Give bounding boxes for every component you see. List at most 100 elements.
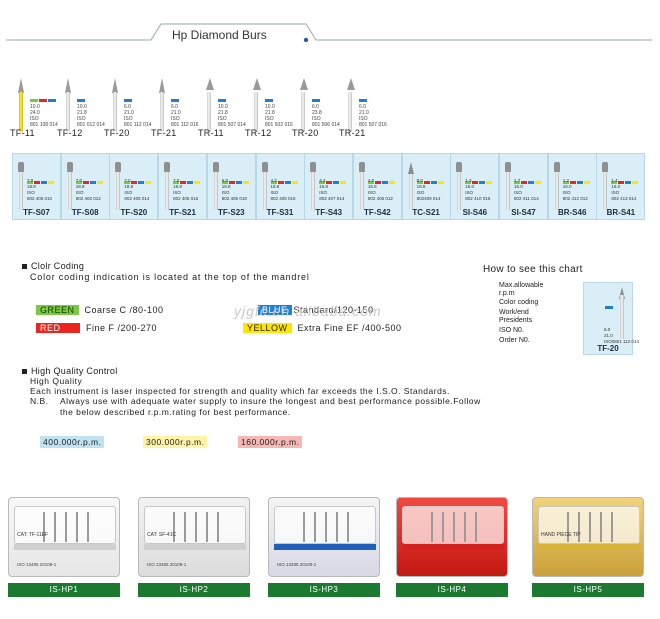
- bur-shaft: [408, 168, 413, 210]
- card-meta: 7.0 18.8 ISO 802 402 012: [76, 178, 101, 202]
- bur-shaft: [359, 168, 364, 210]
- chip-green: GREEN: [36, 305, 79, 315]
- color-chip: [124, 99, 132, 103]
- bur-pin: [611, 512, 613, 542]
- color-chip: [30, 99, 38, 103]
- card-code: TF-S43: [315, 208, 343, 217]
- color-chips: [514, 171, 542, 184]
- bur-pin: [184, 512, 186, 542]
- product-box: IS-HP4: [396, 494, 508, 616]
- bur-head-icon: [66, 162, 73, 172]
- bur-pin: [431, 512, 433, 542]
- card-meta-line: 802 412 012: [562, 196, 588, 201]
- card-meta-line: 802 411 014: [514, 196, 539, 201]
- bur-shaft: [254, 92, 258, 132]
- color-chips: [75, 171, 104, 184]
- card-code: BR-S41: [606, 208, 636, 217]
- page-title: Hp Diamond Burs: [172, 28, 267, 42]
- card-meta: 8.0 19.8 ISO 802409 014: [417, 178, 441, 202]
- card-meta-line: 802 405 014: [124, 196, 150, 201]
- bur-head-icon: [407, 162, 414, 174]
- bur-tip-icon: [347, 78, 355, 90]
- card-code: TC-S21: [412, 208, 440, 217]
- card-meta-line: 802 410 016: [465, 196, 491, 201]
- color-chips: [124, 171, 152, 184]
- bur-item: 10.0 21.8 ISO 801 502 016 TR-12: [245, 72, 293, 152]
- how-card-code: TF-20: [597, 344, 619, 353]
- bur-pin: [475, 512, 477, 542]
- bur-shaft: [348, 92, 352, 132]
- card-meta: 1.2 16.0 ISO 802 412 012: [563, 178, 588, 202]
- bur-row-1: 10.0 24.0 ISO 801 108 014 TF-11 10.0 21.8 ISO 80…: [10, 72, 390, 152]
- product-cat: CAT: TF-11EF: [17, 532, 49, 538]
- how-to-row: r.p.m: [499, 290, 515, 297]
- rpm-160: 160.000r.p.m.: [238, 436, 303, 448]
- product-stripe: [274, 544, 376, 550]
- how-to-row: ISO N0.: [499, 327, 524, 334]
- bur-head-icon: [18, 162, 24, 172]
- bur-code: TR-12: [245, 128, 272, 138]
- nb-label: N.B.: [30, 396, 49, 406]
- card-code: TF-S08: [71, 208, 99, 217]
- bur-tip-icon: [18, 78, 24, 93]
- card-meta: 7.0 18.8 ISO 802 405 010: [27, 178, 52, 202]
- card-code: SI-S47: [511, 208, 536, 217]
- bur-pin: [453, 512, 455, 542]
- card-code: SI-S46: [462, 208, 488, 217]
- product-cat: CAT: SF-41C: [147, 532, 177, 538]
- bur-meta: 6.0 23.8 ISO 801 506 014: [312, 98, 340, 128]
- color-chips: [319, 171, 347, 184]
- bur-shaft: [207, 92, 211, 132]
- product-code: IS-HP3: [268, 583, 380, 596]
- how-to-see-chart: How to see this chart Max.allowable r.p.m…: [483, 264, 653, 356]
- bur-item: 6.0 23.8 ISO 801 506 014 TR-20: [292, 72, 340, 152]
- bur-pin: [336, 512, 338, 542]
- bur-pin: [217, 512, 219, 542]
- color-chip: [39, 99, 47, 103]
- bur-tip-icon: [206, 78, 214, 90]
- bur-meta: 6.0 21.0 ISO 801 112 014: [124, 98, 151, 128]
- bur-meta: 6.0 21.0 ISO 801 112 016: [171, 98, 198, 128]
- product-iso: ISO 13485 20109-1: [17, 562, 57, 567]
- bur-shaft: [160, 92, 164, 132]
- color-chips: [173, 171, 201, 184]
- color-chip: [218, 99, 226, 103]
- color-chips: [465, 171, 493, 184]
- bur-head-icon: [164, 162, 171, 172]
- bur-card: 7.0 18.8 ISO 802 405 016 TF-S21: [158, 153, 208, 220]
- bur-pin: [442, 512, 444, 542]
- product-box: ISO 13485 20109-1 IS-HP3: [268, 494, 380, 616]
- bur-shaft: [66, 92, 70, 132]
- color-chips: [562, 171, 591, 184]
- bur-row-2: 7.0 18.8 ISO 802 405 010 TF-S07 7.0 18.8 ISO 802…: [12, 153, 648, 220]
- bur-shaft: [506, 168, 510, 210]
- card-meta: 4.2 16.8 ISO 802 407 014: [319, 178, 344, 202]
- bur-pin: [206, 512, 208, 542]
- bur-code: TF-12: [57, 128, 83, 138]
- card-code: TF-S31: [266, 208, 294, 217]
- bur-pin: [464, 512, 466, 542]
- bur-head-icon: [212, 162, 219, 172]
- bur-code: TF-11: [10, 128, 35, 138]
- code-yellow: YELLOW Extra Fine EF /400-500: [243, 323, 402, 333]
- color-coding-sub: Color coding indication is located at th…: [30, 272, 310, 282]
- bur-shaft: [116, 168, 121, 210]
- bur-code: TF-20: [104, 128, 130, 138]
- bur-pin: [589, 512, 591, 542]
- bur-code: TR-21: [339, 128, 366, 138]
- color-chip: [48, 99, 56, 103]
- how-to-row: Order N0.: [499, 337, 530, 344]
- bur-item: 10.0 21.8 ISO 801 012 014 TF-12: [57, 72, 105, 152]
- card-meta-line: 802 405 016: [173, 196, 199, 201]
- card-meta-line: 802 407 014: [319, 196, 345, 201]
- color-chips: [367, 171, 396, 184]
- bur-card: 7.0 18.8 ISO 802 405 010 TF-S07: [12, 153, 61, 220]
- product-underline: [138, 596, 250, 597]
- bur-card: 8.0 19.8 ISO 802409 014 TC-S21: [401, 153, 451, 220]
- card-meta-line: 802 402 012: [75, 196, 101, 201]
- nb-line-1: Always use with adequate water supply to…: [60, 396, 481, 406]
- card-meta-line: 802 405 016: [270, 196, 296, 201]
- bur-shaft: [311, 168, 316, 210]
- bur-code: TR-11: [198, 128, 224, 138]
- bur-card: 4.2 18.8 ISO 802 405 016 TF-S31: [255, 153, 305, 220]
